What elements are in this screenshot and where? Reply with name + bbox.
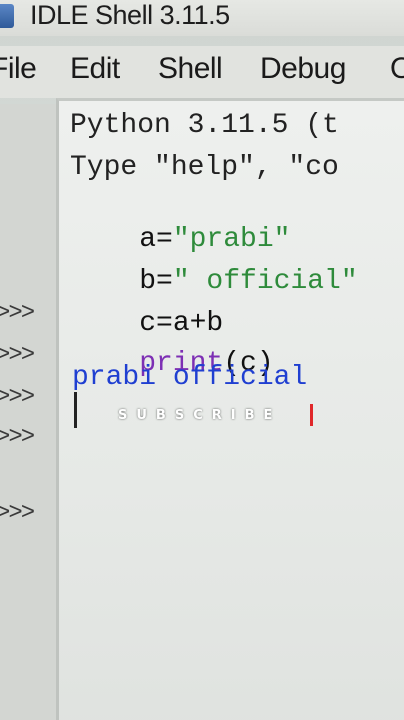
menu-shell[interactable]: Shell [158, 52, 223, 86]
title-bar: IDLE Shell 3.11.5 [0, 0, 404, 36]
window-title: IDLE Shell 3.11.5 [30, 0, 230, 30]
menu-debug[interactable]: Debug [260, 52, 346, 86]
subscribe-overlay: SUBSCRIBE [118, 408, 282, 423]
program-output: prabi official [72, 362, 308, 393]
menu-edit[interactable]: Edit [70, 52, 120, 86]
prompt-marker: >>> [0, 342, 35, 369]
prompt-marker: >>> [0, 384, 35, 411]
prompt-gutter: >>> >>> >>> >>> >>> [0, 104, 56, 720]
prompt-marker: >>> [0, 300, 35, 327]
menu-bar: File Edit Shell Debug Options [0, 46, 404, 98]
python-idle-app-icon [0, 4, 14, 28]
idle-shell-window: IDLE Shell 3.11.5 File Edit Shell Debug … [0, 0, 404, 720]
python-version-banner: Python 3.11.5 (t [70, 110, 339, 141]
prompt-marker: >>> [0, 500, 35, 527]
overlay-red-bar [310, 404, 313, 426]
help-hint-banner: Type "help", "co [70, 152, 339, 183]
menu-file[interactable]: File [0, 52, 37, 86]
text-cursor [74, 392, 77, 428]
menu-options[interactable]: Options [390, 52, 404, 86]
prompt-marker: >>> [0, 424, 35, 451]
